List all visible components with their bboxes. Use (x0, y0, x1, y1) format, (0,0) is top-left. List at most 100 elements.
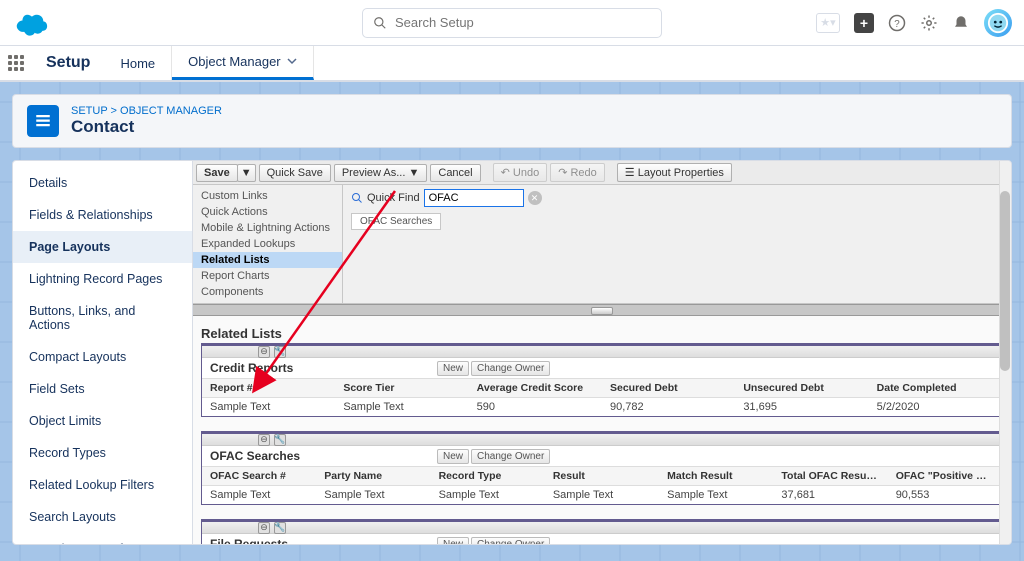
breadcrumb-object-manager[interactable]: OBJECT MANAGER (120, 105, 222, 117)
cell: 90,782 (602, 398, 735, 416)
table-row: Sample TextSample Text59090,78231,6955/2… (202, 398, 1002, 416)
cell: Sample Text (545, 486, 659, 504)
palette-categories: Custom LinksQuick ActionsMobile & Lightn… (193, 185, 343, 303)
preview-label: Preview As... (342, 167, 406, 179)
new-button[interactable]: New (437, 537, 469, 545)
help-icon[interactable]: ? (888, 14, 906, 32)
cell: 90,553 (888, 486, 1002, 504)
global-search[interactable] (362, 8, 662, 38)
app-title: Setup (32, 46, 104, 80)
new-button[interactable]: New (437, 449, 469, 464)
new-button[interactable]: New (437, 361, 469, 376)
palette-cat-mobile-lightning-actions[interactable]: Mobile & Lightning Actions (193, 220, 342, 236)
palette-divider[interactable] (193, 304, 1011, 316)
search-icon (373, 16, 387, 30)
favorites-button[interactable]: ★▾ (816, 13, 840, 33)
remove-icon[interactable]: ⊖ (258, 434, 270, 446)
change-owner-button[interactable]: Change Owner (471, 537, 550, 545)
leftnav-item-record-types[interactable]: Record Types (13, 437, 192, 469)
page-heading: SETUP > OBJECT MANAGER Contact (12, 94, 1012, 148)
quick-find-input[interactable] (424, 189, 524, 207)
palette-item-ofac[interactable]: OFAC Searches (351, 213, 441, 230)
cell: Sample Text (335, 398, 468, 416)
change-owner-button[interactable]: Change Owner (471, 361, 550, 376)
component-palette: Custom LinksQuick ActionsMobile & Lightn… (193, 185, 1011, 304)
app-launcher[interactable] (0, 46, 32, 80)
related-list-title: Credit Reports (210, 361, 293, 375)
palette-cat-expanded-lookups[interactable]: Expanded Lookups (193, 236, 342, 252)
related-list-header: OFAC Searches NewChange Owner (202, 446, 1002, 466)
avatar[interactable] (984, 9, 1012, 37)
undo-label: Undo (513, 167, 539, 179)
chevron-down-icon (287, 54, 297, 69)
palette-cat-quick-actions[interactable]: Quick Actions (193, 204, 342, 220)
header-icon-group: ★▾ + ? (816, 9, 1012, 37)
save-dropdown[interactable]: ▼ (237, 164, 256, 182)
tab-object-manager[interactable]: Object Manager (172, 46, 314, 80)
scrollbar[interactable] (999, 161, 1011, 544)
column-header: Secured Debt (602, 379, 735, 397)
column-header: Score Tier (335, 379, 468, 397)
related-list-title: OFAC Searches (210, 449, 300, 463)
leftnav-item-page-layouts[interactable]: Page Layouts (13, 231, 192, 263)
save-button[interactable]: Save (196, 164, 238, 182)
related-list-handle[interactable]: ⊖🔧 (202, 522, 1002, 534)
quick-find: Quick Find ✕ (351, 189, 1003, 207)
clear-search-icon[interactable]: ✕ (528, 191, 542, 205)
global-header: ★▾ + ? (0, 0, 1024, 46)
tab-home[interactable]: Home (104, 46, 172, 80)
cell: Sample Text (316, 486, 430, 504)
leftnav-item-details[interactable]: Details (13, 167, 192, 199)
remove-icon[interactable]: ⊖ (258, 346, 270, 358)
main-panel: DetailsFields & RelationshipsPage Layout… (12, 160, 1012, 545)
redo-label: Redo (570, 167, 596, 179)
editor-toolbar: Save ▼ Quick Save Preview As... ▼ Cancel… (193, 161, 1011, 185)
wrench-icon[interactable]: 🔧 (274, 346, 286, 358)
layout-canvas: Related Lists ⊖🔧Credit ReportsNewChange … (193, 316, 1011, 544)
layout-properties-button[interactable]: ☰ Layout Properties (617, 163, 732, 182)
cell: 31,695 (735, 398, 868, 416)
undo-button[interactable]: ↶ Undo (493, 163, 548, 182)
wrench-icon[interactable]: 🔧 (274, 522, 286, 534)
column-header: Average Credit Score (469, 379, 602, 397)
leftnav-item-search-layouts[interactable]: Search Layouts (13, 501, 192, 533)
global-create-button[interactable]: + (854, 13, 874, 33)
leftnav-item-search-layouts-for-salesforce-classic[interactable]: Search Layouts for Salesforce Classic (13, 533, 192, 544)
global-search-input[interactable] (395, 15, 651, 30)
remove-icon[interactable]: ⊖ (258, 522, 270, 534)
leftnav-item-object-limits[interactable]: Object Limits (13, 405, 192, 437)
quick-find-label: Quick Find (367, 192, 420, 204)
related-list-handle[interactable]: ⊖🔧 (202, 434, 1002, 446)
breadcrumb-setup[interactable]: SETUP (71, 105, 107, 117)
redo-button[interactable]: ↷ Redo (550, 163, 605, 182)
related-list-credit-reports: ⊖🔧Credit ReportsNewChange OwnerReport #S… (201, 343, 1003, 417)
change-owner-button[interactable]: Change Owner (471, 449, 550, 464)
salesforce-logo (12, 10, 50, 36)
leftnav-item-related-lookup-filters[interactable]: Related Lookup Filters (13, 469, 192, 501)
cell: Sample Text (659, 486, 773, 504)
leftnav-item-compact-layouts[interactable]: Compact Layouts (13, 341, 192, 373)
related-list-file-requests: ⊖🔧File RequestsNewChange OwnerFile Reque… (201, 519, 1003, 544)
leftnav-item-buttons-links-and-actions[interactable]: Buttons, Links, and Actions (13, 295, 192, 341)
wrench-icon[interactable]: 🔧 (274, 434, 286, 446)
column-headers: OFAC Search #Party NameRecord TypeResult… (202, 466, 1002, 486)
palette-cat-components[interactable]: Components (193, 284, 342, 300)
palette-cat-report-charts[interactable]: Report Charts (193, 268, 342, 284)
quick-save-button[interactable]: Quick Save (259, 164, 331, 182)
preview-button[interactable]: Preview As... ▼ (334, 164, 428, 182)
bell-icon[interactable] (952, 14, 970, 32)
gear-icon[interactable] (920, 14, 938, 32)
related-list-title: File Requests (210, 537, 288, 544)
column-header: Record Type (431, 467, 545, 485)
cancel-button[interactable]: Cancel (430, 164, 480, 182)
cell: Sample Text (202, 486, 316, 504)
content-area: SETUP > OBJECT MANAGER Contact DetailsFi… (0, 82, 1024, 561)
palette-cat-related-lists[interactable]: Related Lists (193, 252, 342, 268)
leftnav-item-fields-relationships[interactable]: Fields & Relationships (13, 199, 192, 231)
leftnav-item-lightning-record-pages[interactable]: Lightning Record Pages (13, 263, 192, 295)
related-list-header: File Requests NewChange Owner (202, 534, 1002, 544)
column-headers: Report #Score TierAverage Credit ScoreSe… (202, 378, 1002, 398)
related-list-handle[interactable]: ⊖🔧 (202, 346, 1002, 358)
palette-cat-custom-links[interactable]: Custom Links (193, 188, 342, 204)
leftnav-item-field-sets[interactable]: Field Sets (13, 373, 192, 405)
